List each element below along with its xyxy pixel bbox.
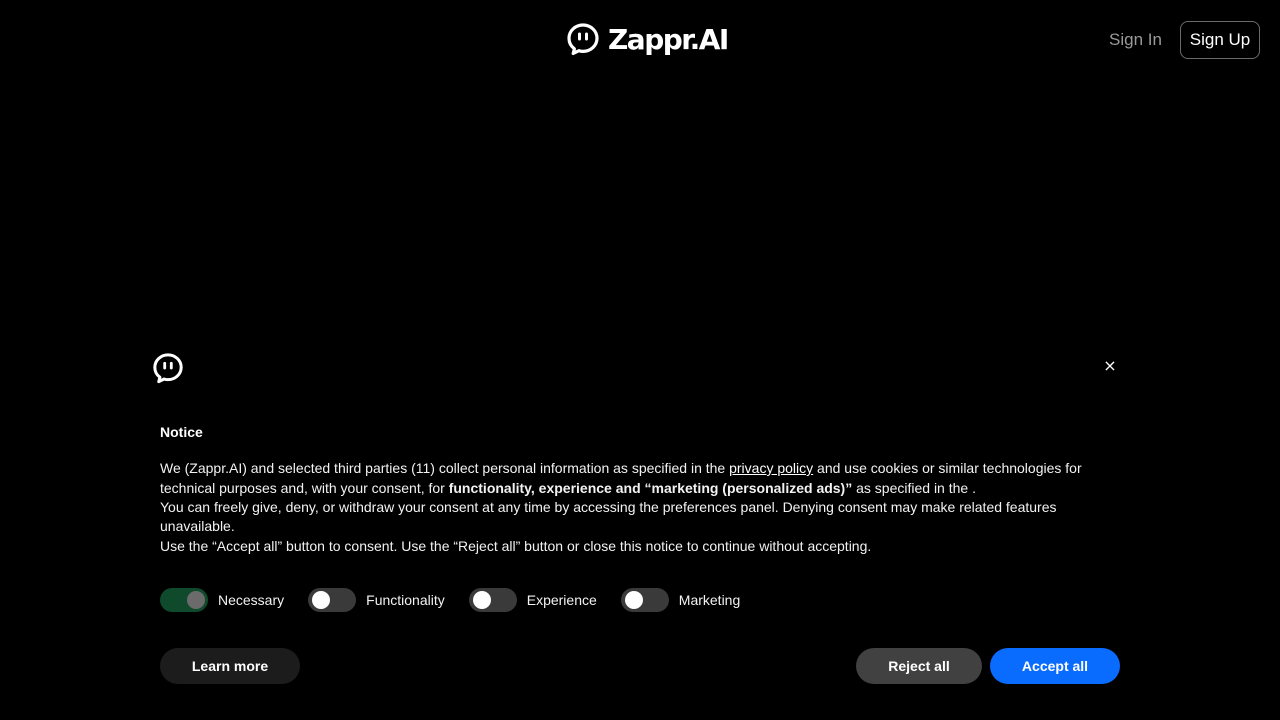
- switch-knob: [187, 591, 205, 609]
- switch-knob: [624, 591, 643, 609]
- accept-all-button[interactable]: Accept all: [990, 648, 1120, 684]
- toggle-functionality: Functionality: [308, 588, 445, 612]
- notice-bold-text: functionality, experience and “marketing…: [448, 480, 853, 496]
- close-icon[interactable]: ×: [1102, 358, 1118, 374]
- toggle-label: Necessary: [218, 592, 285, 608]
- switch-knob: [312, 591, 331, 609]
- learn-more-button[interactable]: Learn more: [160, 648, 300, 684]
- chat-bubble-face-icon: [153, 353, 183, 384]
- experience-switch[interactable]: [468, 588, 517, 612]
- sign-in-link[interactable]: Sign In: [1109, 30, 1162, 50]
- privacy-policy-link[interactable]: privacy policy: [729, 460, 813, 476]
- notice-text: as specified in the .: [852, 480, 976, 496]
- notice-paragraph-2: You can freely give, deny, or withdraw y…: [160, 499, 1057, 534]
- toggle-label: Functionality: [366, 592, 445, 608]
- toggle-experience: Experience: [468, 588, 597, 612]
- toggle-marketing: Marketing: [620, 588, 741, 612]
- toggle-label: Experience: [526, 592, 597, 608]
- brand-logo[interactable]: Zappr.AI: [566, 22, 729, 56]
- notice-paragraph-1: We (Zappr.AI) and selected third parties…: [160, 458, 1100, 498]
- consent-toggles: Necessary Functionality Experience Marke…: [160, 588, 764, 612]
- cookie-consent-banner: × Notice We (Zappr.AI) and selected thir…: [140, 340, 1140, 720]
- notice-title: Notice: [160, 424, 203, 440]
- top-header: Zappr.AI Sign In Sign Up: [0, 0, 1280, 80]
- notice-paragraph-3: Use the “Accept all” button to consent. …: [160, 538, 872, 554]
- switch-knob: [472, 591, 491, 609]
- toggle-label: Marketing: [678, 592, 741, 608]
- sign-up-button[interactable]: Sign Up: [1180, 21, 1260, 59]
- brand-name: Zappr.AI: [608, 22, 729, 56]
- marketing-switch[interactable]: [620, 588, 669, 612]
- notice-body: We (Zappr.AI) and selected third parties…: [160, 458, 1100, 556]
- functionality-switch[interactable]: [308, 588, 357, 612]
- reject-all-button[interactable]: Reject all: [856, 648, 982, 684]
- notice-text: We (Zappr.AI) and selected third parties…: [160, 460, 730, 476]
- necessary-switch[interactable]: [160, 588, 208, 612]
- chat-bubble-face-icon: [567, 23, 599, 56]
- toggle-necessary: Necessary: [160, 588, 284, 612]
